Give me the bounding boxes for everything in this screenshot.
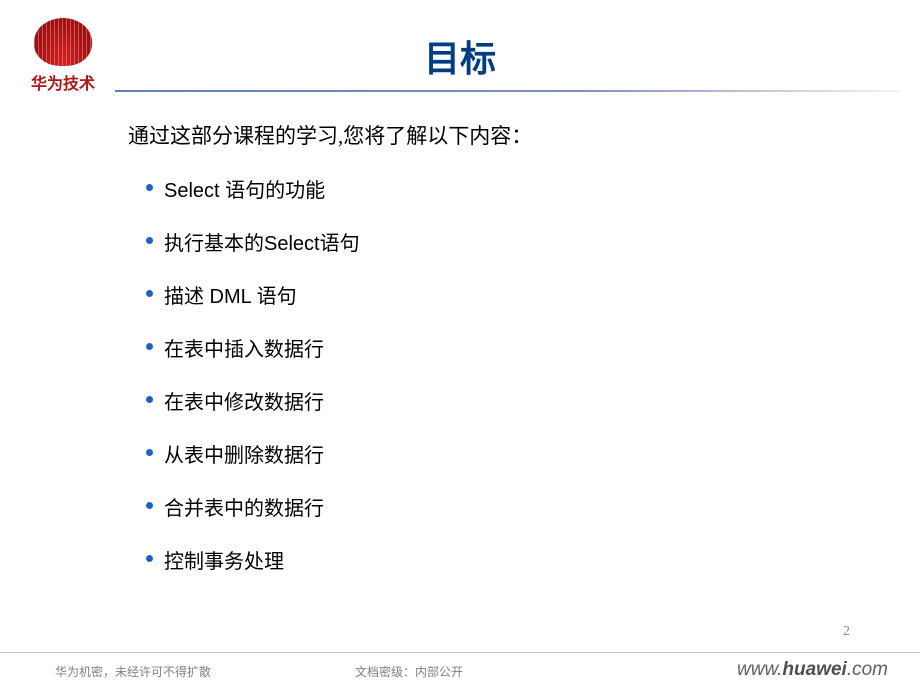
url-suffix: .com xyxy=(847,659,888,680)
list-item: 描述 DML 语句 xyxy=(146,280,860,309)
slide-container: 华为技术 目标 通过这部分课程的学习,您将了解以下内容： Select 语句的功… xyxy=(0,0,920,690)
url-brand: huawei xyxy=(782,659,846,680)
list-item: 合并表中的数据行 xyxy=(146,492,860,521)
footer: 华为机密，未经许可不得扩散 文档密级：内部公开 www.huawei.com xyxy=(0,652,920,690)
header: 华为技术 目标 xyxy=(0,0,920,95)
list-item: 在表中插入数据行 xyxy=(146,333,860,362)
content-area: 通过这部分课程的学习,您将了解以下内容： Select 语句的功能 执行基本的S… xyxy=(128,120,860,598)
url-prefix: www. xyxy=(737,659,782,680)
list-item: 在表中修改数据行 xyxy=(146,386,860,415)
title-underline xyxy=(115,90,900,92)
bullet-list: Select 语句的功能 执行基本的Select语句 描述 DML 语句 在表中… xyxy=(128,174,860,574)
list-item: 执行基本的Select语句 xyxy=(146,227,860,256)
page-number: 2 xyxy=(843,624,850,640)
list-item: Select 语句的功能 xyxy=(146,174,860,203)
footer-url: www.huawei.com xyxy=(737,659,888,681)
list-item: 从表中删除数据行 xyxy=(146,439,860,468)
list-item: 控制事务处理 xyxy=(146,545,860,574)
footer-classification: 文档密级：内部公开 xyxy=(355,663,463,680)
footer-confidential: 华为机密，未经许可不得扩散 xyxy=(55,663,211,680)
slide-title: 目标 xyxy=(0,30,920,82)
intro-text: 通过这部分课程的学习,您将了解以下内容： xyxy=(128,120,860,150)
